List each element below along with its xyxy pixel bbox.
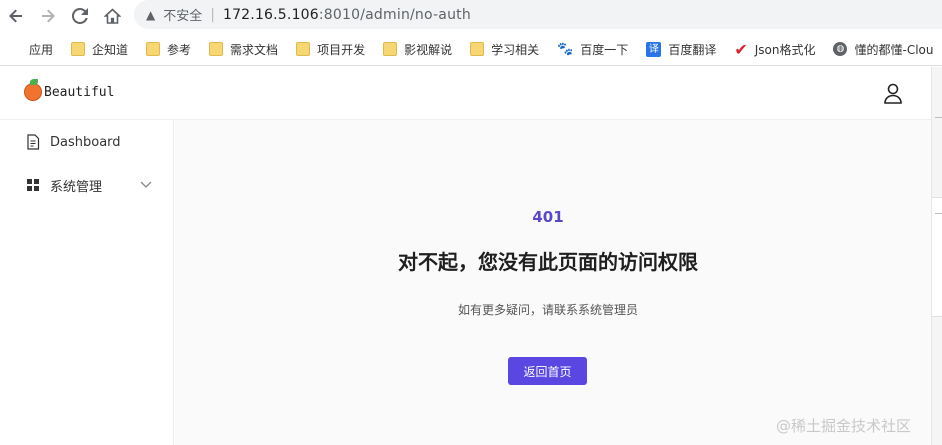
bookmark-folder[interactable]: 需求文档 xyxy=(209,41,278,58)
arrow-right-icon xyxy=(42,9,55,23)
sidebar-item-label: 系统管理 xyxy=(50,179,103,195)
folder-icon xyxy=(209,42,224,56)
insecure-label: 不安全 xyxy=(163,9,203,24)
bookmark-folder[interactable]: 参考 xyxy=(146,41,191,58)
bookmark-folder[interactable]: 项目开发 xyxy=(296,41,365,58)
sidebar: Dashboard 系统管理 xyxy=(0,120,174,445)
url-host: 172.16.5.106 xyxy=(222,6,319,23)
apps-icon xyxy=(8,42,22,56)
bookmark-label: 应用 xyxy=(29,42,54,57)
logo-text: Beautiful xyxy=(44,84,115,100)
url-path: :8010/admin/no-auth xyxy=(318,6,471,23)
document-icon xyxy=(26,134,42,150)
home-browser-button[interactable] xyxy=(100,4,124,28)
baidu-icon: 🐾 xyxy=(557,41,574,57)
arrow-left-icon xyxy=(9,9,22,23)
bookmark-label: 参考 xyxy=(167,42,192,57)
logo[interactable]: Beautiful xyxy=(24,79,115,101)
sidebar-item-dashboard[interactable]: Dashboard xyxy=(0,122,174,162)
folder-icon xyxy=(296,42,311,56)
sidebar-item-system[interactable]: 系统管理 xyxy=(0,165,174,205)
error-description: 如有更多疑问，请联系系统管理员 xyxy=(457,303,638,317)
folder-icon xyxy=(470,42,485,56)
watermark: @稀土掘金技术社区 xyxy=(776,417,912,435)
bookmark-label: Json格式化 xyxy=(754,42,816,57)
bookmark-folder[interactable]: 影视解说 xyxy=(383,41,452,58)
bookmark-label: 学习相关 xyxy=(491,42,540,57)
fanyi-icon: 译 xyxy=(646,41,662,57)
bookmarks-bar: 应用 企知道 参考 需求文档 项目开发 影视解说 学习相关 🐾 百度一下 译 百… xyxy=(0,33,942,66)
home-icon xyxy=(103,7,121,24)
back-button[interactable] xyxy=(4,4,28,28)
bookmark-label: 百度一下 xyxy=(580,42,629,57)
reload-button[interactable] xyxy=(68,4,92,28)
main-content: 401 对不起，您没有此页面的访问权限 如有更多疑问，请联系系统管理员 返回首页 xyxy=(175,120,931,445)
warning-icon: ▲ xyxy=(146,7,156,22)
error-code: 401 xyxy=(532,208,564,226)
edge-tick xyxy=(935,117,942,118)
bookmark-label: 项目开发 xyxy=(317,42,366,57)
edge-panel-box xyxy=(932,197,942,317)
bookmark-apps[interactable]: 应用 xyxy=(8,41,53,58)
folder-icon xyxy=(383,42,398,56)
chevron-down-icon[interactable] xyxy=(139,177,153,195)
bookmark-label: 需求文档 xyxy=(230,42,279,57)
error-title: 对不起，您没有此页面的访问权限 xyxy=(398,250,698,274)
grid-icon xyxy=(26,178,42,192)
bookmark-json[interactable]: ✔ Json格式化 xyxy=(734,40,815,59)
bookmark-label: 懂的都懂-Clou xyxy=(854,42,934,57)
bookmark-label: 影视解说 xyxy=(404,42,453,57)
edge-tick xyxy=(935,213,942,214)
globe-icon: ◍ xyxy=(833,42,848,56)
bookmark-baidu[interactable]: 🐾 百度一下 xyxy=(557,41,628,58)
bookmark-cloud[interactable]: ◍ 懂的都懂-Clou xyxy=(833,41,933,58)
user-menu-button[interactable] xyxy=(880,81,906,107)
bookmark-folder[interactable]: 学习相关 xyxy=(470,41,539,58)
check-icon: ✔ xyxy=(734,39,748,59)
reload-icon xyxy=(72,8,88,24)
bookmark-fanyi[interactable]: 译 百度翻译 xyxy=(646,41,716,58)
right-edge-panel xyxy=(931,67,942,445)
address-bar[interactable]: ▲ 不安全 | 172.16.5.106 :8010/admin/no-auth xyxy=(134,0,942,29)
user-icon xyxy=(884,83,902,104)
bookmark-folder[interactable]: 企知道 xyxy=(71,41,128,58)
peach-logo-icon xyxy=(24,79,42,101)
bookmark-label: 企知道 xyxy=(92,42,129,57)
url-separator: | xyxy=(210,6,215,23)
bookmark-label: 百度翻译 xyxy=(668,42,717,57)
browser-toolbar: ▲ 不安全 | 172.16.5.106 :8010/admin/no-auth xyxy=(0,0,942,33)
app-header: Beautiful xyxy=(0,67,931,120)
folder-icon xyxy=(71,42,86,56)
back-home-button[interactable]: 返回首页 xyxy=(508,357,587,385)
sidebar-item-label: Dashboard xyxy=(50,134,121,150)
folder-icon xyxy=(146,42,161,56)
forward-button[interactable] xyxy=(36,4,60,28)
